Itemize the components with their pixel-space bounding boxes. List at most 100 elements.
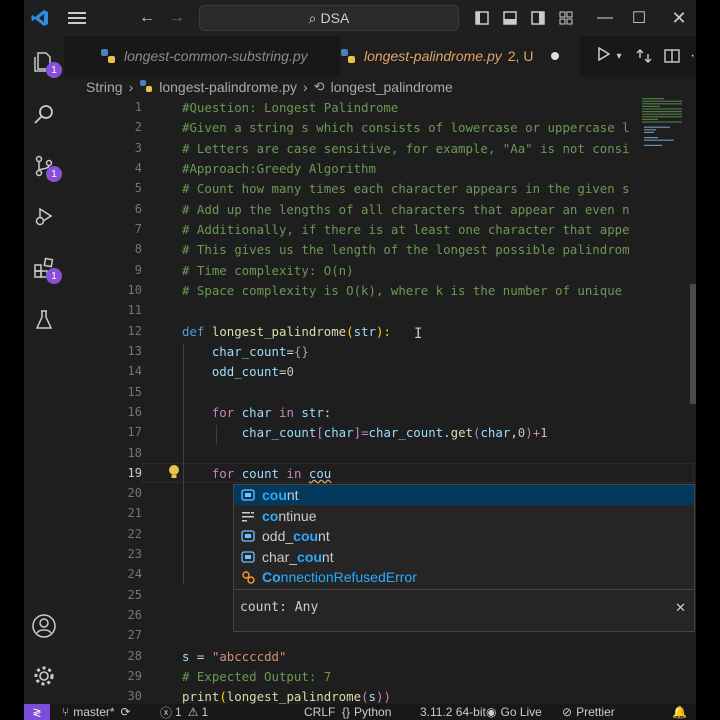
maximize-icon[interactable]: ☐ bbox=[624, 0, 654, 36]
forward-arrow-icon[interactable]: → bbox=[164, 0, 190, 36]
symbol-method-icon: ⟲ bbox=[313, 79, 325, 94]
suggest-item-char-count[interactable]: char_count bbox=[234, 547, 694, 567]
remote-indicator-icon[interactable]: ≷ bbox=[24, 704, 50, 720]
vscode-logo-icon bbox=[24, 0, 56, 36]
go-live-status[interactable]: ◉ Go Live bbox=[486, 704, 542, 720]
code-line-29: # Expected Output: 7 bbox=[182, 669, 332, 684]
testing-flask-icon[interactable] bbox=[24, 298, 64, 342]
scrollbar-thumb[interactable] bbox=[690, 284, 696, 404]
python-file-icon bbox=[340, 48, 356, 64]
line-number: 20 bbox=[127, 486, 142, 500]
kw-for: for bbox=[211, 466, 235, 481]
line-number: 8 bbox=[134, 242, 142, 256]
suggest-label: ConnectionRefusedError bbox=[262, 569, 417, 585]
menu-icon[interactable] bbox=[62, 0, 92, 36]
extensions-badge: 1 bbox=[46, 268, 62, 284]
suggest-item-continue[interactable]: continue bbox=[234, 506, 694, 526]
code-line-13: char_count={} bbox=[182, 344, 309, 359]
minimap-line bbox=[644, 129, 656, 131]
command-center-search[interactable]: ⌕ DSA bbox=[199, 5, 459, 31]
typed-text: cou bbox=[308, 466, 332, 481]
minimize-icon[interactable]: — bbox=[590, 0, 620, 36]
code-line-7: # Additionally, if there is at least one… bbox=[182, 222, 630, 237]
line-number: 12 bbox=[127, 324, 142, 338]
language-label: Python bbox=[354, 705, 392, 719]
suggest-item-connection-refused-error[interactable]: ConnectionRefusedError bbox=[234, 567, 694, 587]
python-file-icon bbox=[100, 48, 116, 64]
kw-for: for bbox=[211, 405, 235, 420]
suggest-item-odd-count[interactable]: odd_count bbox=[234, 526, 694, 546]
var: odd_count bbox=[211, 364, 279, 379]
text-cursor-icon: I bbox=[414, 326, 423, 342]
back-arrow-icon[interactable]: ← bbox=[134, 0, 160, 36]
branch-status[interactable]: ⑂ master* ⟳ bbox=[62, 704, 131, 720]
minimap-line bbox=[644, 126, 670, 128]
run-chevron-down-icon[interactable]: ▾ bbox=[612, 36, 626, 76]
sync-icon[interactable]: ⟳ bbox=[121, 705, 131, 719]
more-actions-icon[interactable]: ··· bbox=[686, 36, 696, 76]
suggest-label: count bbox=[262, 487, 299, 503]
code-line-17: char_count[char]=char_count.get(char,0)+… bbox=[241, 425, 548, 440]
minimap[interactable] bbox=[640, 96, 690, 156]
customize-layout-icon[interactable] bbox=[554, 0, 578, 36]
minimap-line bbox=[642, 116, 682, 118]
chevron-right-icon: › bbox=[128, 79, 134, 95]
minimap-line bbox=[642, 105, 660, 107]
line-number: 1 bbox=[134, 100, 142, 114]
var: char_count bbox=[211, 344, 287, 359]
problems-status[interactable]: ⓧ 1 ⚠ 1 bbox=[160, 704, 208, 720]
tab-longest-common-substring[interactable]: longest-common-substring.py bbox=[100, 36, 340, 76]
unsaved-dot-icon[interactable] bbox=[551, 52, 560, 60]
notifications-bell-icon[interactable]: 🔔 bbox=[672, 704, 687, 720]
tab-status: 2, U bbox=[507, 48, 534, 64]
code-line-10: # Space complexity is O(k), where k is t… bbox=[182, 283, 630, 298]
line-number: 15 bbox=[127, 385, 142, 399]
python-file-icon bbox=[139, 79, 153, 96]
eol-status[interactable]: CRLF bbox=[304, 704, 335, 720]
language-status[interactable]: {} Python bbox=[342, 704, 391, 720]
line-number: 14 bbox=[127, 364, 142, 378]
breadcrumb: String › longest-palindrome.py › ⟲ longe… bbox=[64, 76, 696, 98]
toggle-panel-icon[interactable] bbox=[498, 0, 522, 36]
branch-name: master* bbox=[73, 705, 115, 719]
tab-longest-palindrome[interactable]: longest-palindrome.py 2, U bbox=[340, 36, 580, 76]
run-debug-icon[interactable] bbox=[24, 194, 64, 238]
search-icon[interactable] bbox=[24, 92, 64, 136]
code-line-3: # Letters are case sensitive, for exampl… bbox=[182, 141, 630, 156]
code-line-12: def longest_palindrome(str): bbox=[182, 324, 391, 339]
source-control-icon[interactable]: 1 bbox=[24, 144, 64, 188]
autocomplete-suggest-widget: count continue odd_count char_count Conn… bbox=[233, 484, 695, 632]
suggest-item-count[interactable]: count bbox=[234, 485, 694, 505]
code-line-6: # Add up the lengths of all characters t… bbox=[182, 202, 630, 217]
toggle-secondary-sidebar-icon[interactable] bbox=[526, 0, 550, 36]
close-details-icon[interactable]: ✕ bbox=[675, 600, 686, 616]
line-number: 7 bbox=[134, 222, 142, 236]
close-icon[interactable]: ✕ bbox=[664, 0, 694, 36]
variable-icon bbox=[240, 487, 256, 503]
breadcrumb-file[interactable]: longest-palindrome.py bbox=[159, 79, 297, 95]
prettier-label: Prettier bbox=[576, 705, 615, 719]
extensions-icon[interactable]: 1 bbox=[24, 246, 64, 290]
breadcrumb-folder[interactable]: String bbox=[86, 79, 123, 95]
status-bar: ≷ ⑂ master* ⟳ ⓧ 1 ⚠ 1 CRLF {} Python 3.1… bbox=[24, 704, 696, 720]
python-version-status[interactable]: 3.11.2 64-bit bbox=[420, 704, 486, 720]
breadcrumb-symbol[interactable]: longest_palindrome bbox=[331, 79, 453, 95]
lightbulb-icon[interactable] bbox=[167, 464, 181, 483]
editor-tabs: longest-common-substring.py longest-pali… bbox=[64, 36, 696, 76]
compare-changes-icon[interactable] bbox=[632, 36, 656, 76]
class-icon bbox=[240, 569, 256, 585]
minimap-line bbox=[642, 103, 682, 105]
split-editor-icon[interactable] bbox=[660, 36, 684, 76]
line-number: 21 bbox=[127, 506, 142, 520]
minimap-line bbox=[642, 111, 682, 113]
toggle-sidebar-icon[interactable] bbox=[470, 0, 494, 36]
prettier-status[interactable]: ⊘ Prettier bbox=[562, 704, 615, 720]
line-number: 23 bbox=[127, 547, 142, 561]
line-number: 28 bbox=[127, 649, 142, 663]
activity-bar: 1 1 1 bbox=[24, 36, 64, 704]
var: count bbox=[241, 466, 280, 481]
explorer-icon[interactable]: 1 bbox=[24, 40, 64, 84]
settings-gear-icon[interactable] bbox=[24, 654, 64, 698]
workspace-name: DSA bbox=[320, 10, 350, 26]
account-icon[interactable] bbox=[24, 604, 64, 648]
